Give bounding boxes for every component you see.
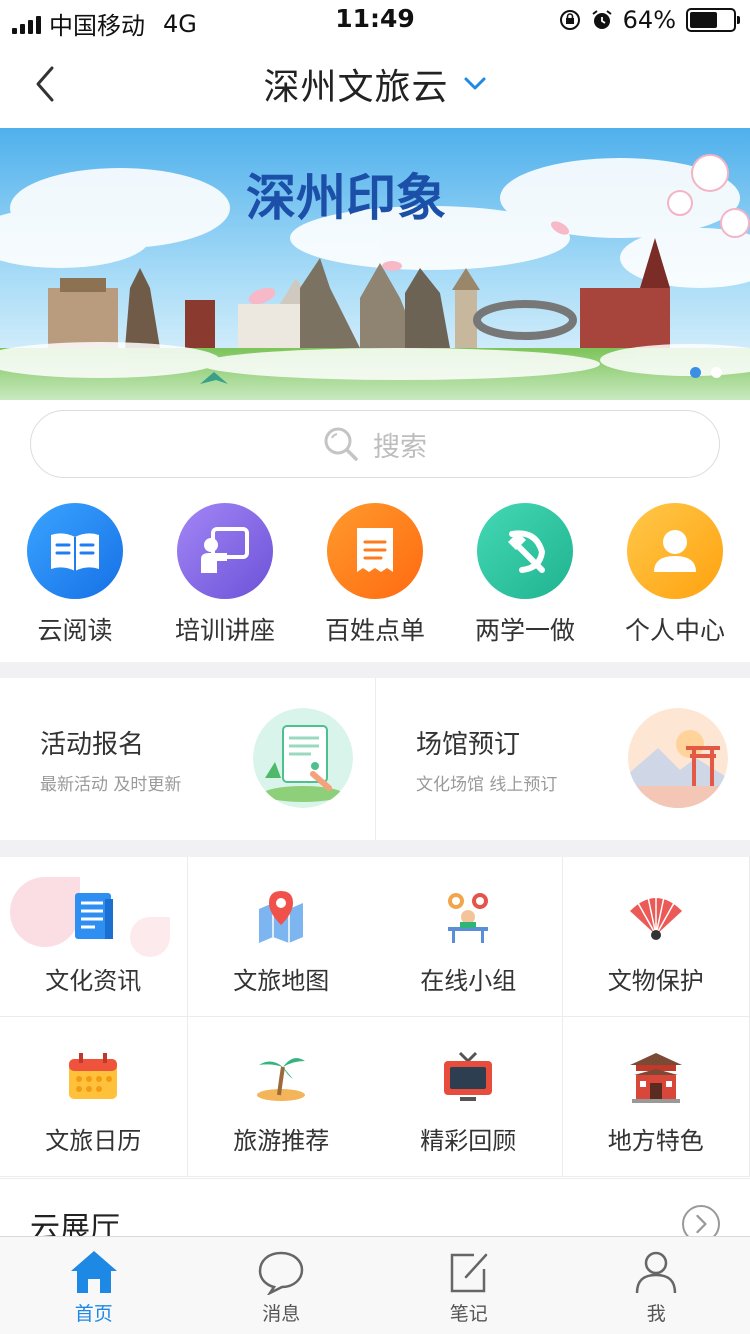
chevron-down-icon bbox=[464, 77, 485, 90]
alarm-icon bbox=[592, 10, 612, 29]
carousel-dot-active[interactable] bbox=[690, 367, 701, 378]
grid-label: 文旅地图 bbox=[233, 967, 330, 995]
chat-bubble-icon bbox=[258, 1251, 304, 1295]
grid-item-culture-news[interactable]: 文化资讯 bbox=[0, 857, 188, 1017]
lecture-board-icon bbox=[177, 503, 273, 599]
quick-nav: 云阅读 培训讲座 百姓点单 两学一做 个人中心 bbox=[0, 503, 750, 653]
rotation-lock-icon bbox=[559, 10, 580, 30]
card-subtitle: 文化场馆 线上预订 bbox=[416, 775, 558, 795]
tab-label: 笔记 bbox=[449, 1303, 488, 1325]
tab-notes[interactable]: 笔记 bbox=[375, 1237, 563, 1334]
quick-item-personal-center[interactable]: 个人中心 bbox=[600, 503, 750, 653]
venue-booking-illustration bbox=[628, 708, 728, 808]
user-outline-icon bbox=[636, 1251, 677, 1294]
quick-label: 两学一做 bbox=[474, 616, 575, 645]
quick-item-public-order[interactable]: 百姓点单 bbox=[300, 503, 450, 653]
battery-percent: 64% bbox=[622, 6, 676, 34]
grid-label: 精彩回顾 bbox=[420, 1127, 517, 1155]
grid-item-highlights[interactable]: 精彩回顾 bbox=[375, 1017, 563, 1177]
grid-item-relic-protection[interactable]: 文物保护 bbox=[562, 857, 750, 1017]
temple-icon bbox=[629, 1053, 682, 1103]
tab-messages[interactable]: 消息 bbox=[188, 1237, 376, 1334]
carousel-dot[interactable] bbox=[711, 367, 722, 378]
receipt-icon bbox=[327, 503, 423, 599]
quick-item-two-learn-one-do[interactable]: 两学一做 bbox=[450, 503, 600, 653]
battery-icon bbox=[686, 8, 740, 32]
search-input[interactable]: 搜索 bbox=[30, 410, 720, 478]
tv-icon bbox=[444, 1051, 493, 1101]
tab-label: 消息 bbox=[262, 1303, 301, 1325]
section-divider bbox=[0, 840, 750, 857]
calendar-icon bbox=[69, 1053, 118, 1099]
grid-label: 文物保护 bbox=[607, 967, 704, 995]
map-pin-icon bbox=[259, 891, 304, 943]
card-title: 活动报名 bbox=[40, 730, 145, 760]
grid-item-travel-recommend[interactable]: 旅游推荐 bbox=[187, 1017, 375, 1177]
chevron-left-icon[interactable] bbox=[26, 62, 66, 106]
user-icon bbox=[627, 503, 723, 599]
tab-home[interactable]: 首页 bbox=[0, 1237, 188, 1334]
carousel-dots bbox=[690, 367, 722, 378]
tab-label: 我 bbox=[646, 1303, 666, 1325]
grid-label: 文旅日历 bbox=[45, 1127, 142, 1155]
search-icon bbox=[324, 427, 358, 461]
banner-carousel[interactable]: 深州印象 bbox=[0, 128, 750, 400]
news-document-icon bbox=[75, 893, 114, 939]
grid-item-travel-calendar[interactable]: 文旅日历 bbox=[0, 1017, 188, 1177]
online-group-icon bbox=[448, 893, 489, 943]
grid-item-local-features[interactable]: 地方特色 bbox=[562, 1017, 750, 1177]
battery-fill bbox=[690, 12, 717, 28]
card-venue-booking[interactable]: 场馆预订 文化场馆 线上预订 bbox=[375, 678, 750, 840]
tab-bar: 首页 消息 笔记 我 bbox=[0, 1236, 750, 1334]
activity-signup-illustration bbox=[253, 708, 353, 808]
grid-label: 文化资讯 bbox=[45, 967, 142, 995]
card-title: 场馆预订 bbox=[416, 730, 521, 760]
book-icon bbox=[27, 503, 123, 599]
grid-label: 旅游推荐 bbox=[233, 1127, 330, 1155]
folding-fan-icon bbox=[629, 895, 682, 940]
quick-label: 云阅读 bbox=[37, 616, 113, 645]
quick-item-training-lecture[interactable]: 培训讲座 bbox=[150, 503, 300, 653]
grid-item-online-group[interactable]: 在线小组 bbox=[375, 857, 563, 1017]
grid-label: 地方特色 bbox=[607, 1127, 704, 1155]
banner-title: 深州印象 bbox=[246, 168, 446, 227]
page-title: 深州文旅云 bbox=[263, 67, 449, 108]
home-icon bbox=[70, 1251, 117, 1293]
tab-me[interactable]: 我 bbox=[563, 1237, 750, 1334]
section-divider bbox=[0, 662, 750, 678]
cloud-exhibition-section: 云展厅 bbox=[0, 1178, 750, 1246]
quick-label: 百姓点单 bbox=[324, 616, 425, 645]
grid-label: 在线小组 bbox=[420, 967, 517, 995]
search-placeholder: 搜索 bbox=[373, 431, 427, 463]
card-subtitle: 最新活动 及时更新 bbox=[40, 775, 182, 795]
service-grid: 文化资讯 文旅地图 在线小组 文物保护 文旅日历 旅游推荐 精彩回顾 地方特色 bbox=[0, 857, 750, 1177]
card-activity-signup[interactable]: 活动报名 最新活动 及时更新 bbox=[0, 678, 375, 840]
palm-island-icon bbox=[257, 1058, 306, 1101]
quick-label: 个人中心 bbox=[624, 616, 725, 645]
edit-note-icon bbox=[450, 1253, 487, 1293]
quick-label: 培训讲座 bbox=[174, 616, 275, 645]
nav-header: 深州文旅云 bbox=[0, 40, 750, 128]
status-right: 64% bbox=[559, 6, 740, 34]
status-bar: 中国移动 4G 11:49 64% bbox=[0, 0, 750, 40]
quick-item-cloud-reading[interactable]: 云阅读 bbox=[0, 503, 150, 653]
title-dropdown[interactable]: 深州文旅云 bbox=[263, 58, 486, 110]
grid-item-travel-map[interactable]: 文旅地图 bbox=[187, 857, 375, 1017]
hammer-sickle-icon bbox=[477, 503, 573, 599]
feature-cards: 活动报名 最新活动 及时更新 场馆预订 文化场馆 线上预订 bbox=[0, 678, 750, 840]
tab-label: 首页 bbox=[74, 1303, 113, 1325]
